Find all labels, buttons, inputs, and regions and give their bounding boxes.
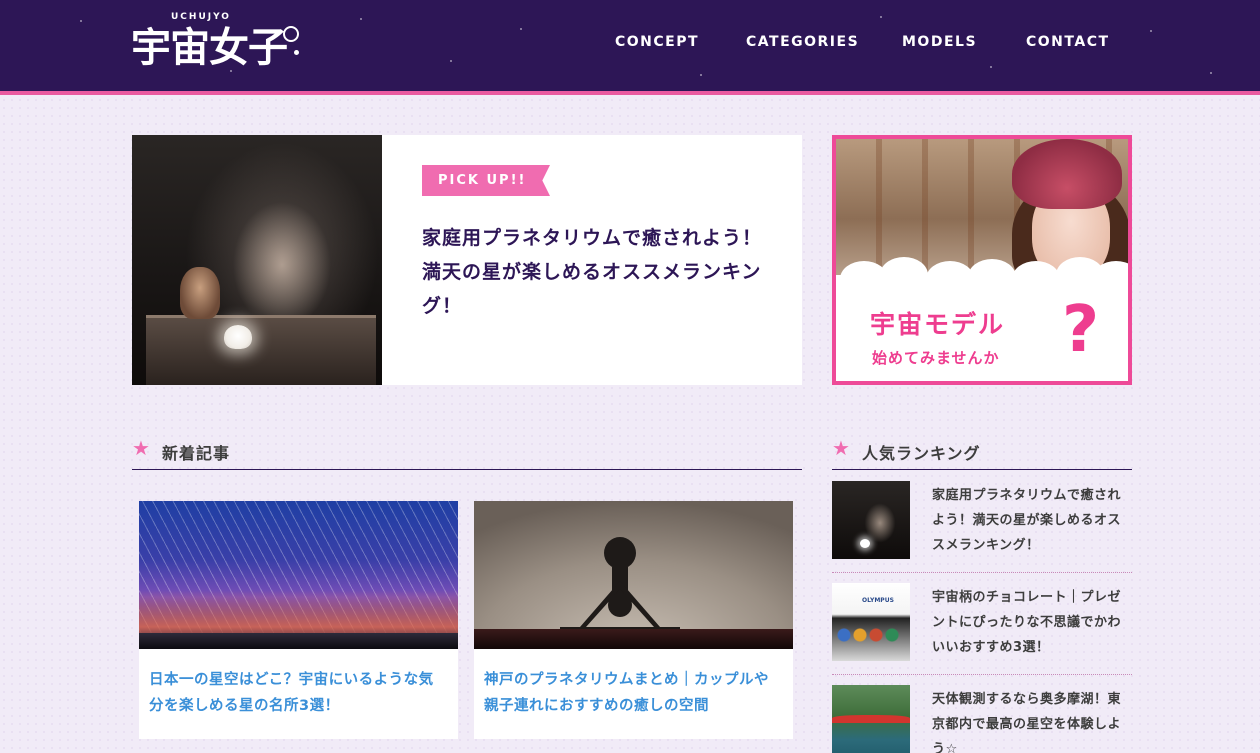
nav-models[interactable]: MODELS [902,34,977,50]
new-articles-label: 新着記事 [162,444,231,463]
planetarium-lamp-shape [224,325,252,349]
model-hat-shape [1012,139,1122,209]
ranking-label: 人気ランキング [862,444,981,463]
nav-concept[interactable]: CONCEPT [615,34,699,50]
ranking-thumbnail[interactable] [832,685,910,753]
site-header: UCHUJYO 宇宙女子 CONCEPT CATEGORIES MODELS C… [0,0,1260,95]
article-card[interactable]: 日本一の星空はどこ？宇宙にいるような気分を楽しめる星の名所3選！ [139,501,458,739]
ranking-heading: ★ 人気ランキング [832,436,1132,470]
logo-subtitle: UCHUJYO [171,12,231,22]
person-shape [180,267,220,319]
thumbnail-brand: OLYMPUS [862,597,894,604]
planetarium-dome-image [474,501,793,649]
new-articles-heading: ★ 新着記事 [132,436,802,470]
ranking-item[interactable]: OLYMPUS 宇宙柄のチョコレート｜プレゼントにぴったりな不思議でかわいいおす… [832,583,1132,663]
ranking-thumbnail[interactable] [832,481,910,559]
ranking-thumbnail[interactable]: OLYMPUS [832,583,910,661]
divider [832,572,1132,573]
ranking-title[interactable]: 家庭用プラネタリウムで癒されよう！満天の星が楽しめるオススメランキング！ [932,483,1132,558]
pickup-badge: PICK UP!! [422,165,550,196]
ranking-title[interactable]: 天体観測するなら奥多摩湖！東京都内で最高の星空を体験しよう☆ [932,687,1132,753]
divider [832,674,1132,675]
main-nav: CONCEPT CATEGORIES MODELS CONTACT [0,34,1260,58]
ranking-title[interactable]: 宇宙柄のチョコレート｜プレゼントにぴったりな不思議でかわいいおすすめ3選！ [932,585,1132,660]
nav-contact[interactable]: CONTACT [1026,34,1110,50]
nav-categories[interactable]: CATEGORIES [746,34,859,50]
question-mark-icon: ? [1062,293,1100,367]
star-icon: ★ [132,436,150,460]
ranking-item[interactable]: 天体観測するなら奥多摩湖！東京都内で最高の星空を体験しよう☆ [832,685,1132,753]
article-title[interactable]: 日本一の星空はどこ？宇宙にいるような気分を楽しめる星の名所3選！ [149,667,448,719]
pickup-image[interactable] [132,135,382,385]
projector-shape [560,537,680,635]
ranking-item[interactable]: 家庭用プラネタリウムで癒されよう！満天の星が楽しめるオススメランキング！ [832,481,1132,561]
model-recruit-banner[interactable]: 宇宙モデル 始めてみませんか ? [832,135,1132,385]
banner-subtitle: 始めてみませんか [872,349,1000,367]
bathtub-shape [146,315,376,385]
banner-title: 宇宙モデル [870,310,1006,339]
star-icon: ★ [832,436,850,460]
pickup-title[interactable]: 家庭用プラネタリウムで癒されよう！満天の星が楽しめるオススメランキング！ [422,221,762,323]
star-trails-image [139,501,458,649]
pickup-feature[interactable]: PICK UP!! 家庭用プラネタリウムで癒されよう！満天の星が楽しめるオススメ… [132,135,802,385]
article-title[interactable]: 神戸のプラネタリウムまとめ｜カップルや親子連れにおすすめの癒しの空間 [484,667,783,719]
article-card[interactable]: 神戸のプラネタリウムまとめ｜カップルや親子連れにおすすめの癒しの空間 [474,501,793,739]
